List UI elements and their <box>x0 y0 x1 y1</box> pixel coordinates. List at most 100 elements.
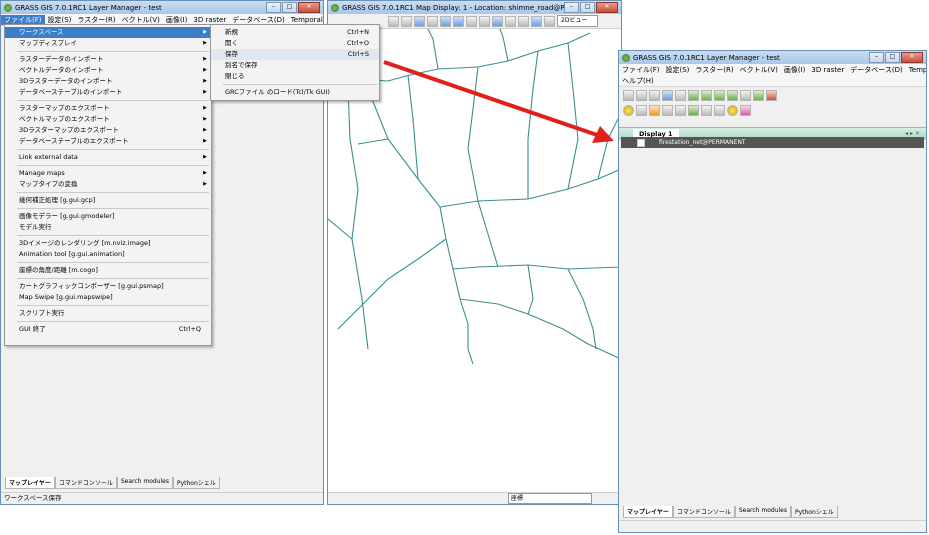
layer-visibility-checkbox[interactable] <box>637 139 645 147</box>
menu-item-nviz-image[interactable]: 3Dイメージのレンダリング [m.nviz.image] <box>5 238 211 249</box>
grid-icon[interactable] <box>675 105 686 116</box>
delete-layer-icon[interactable] <box>766 90 777 101</box>
close-button[interactable]: ✕ <box>298 2 320 13</box>
menu-item-export-vector[interactable]: ベクトルマップのエクスポート ▶ <box>5 114 211 125</box>
layer-manager-titlebar[interactable]: GRASS GIS 7.0.1RC1 Layer Manager - test … <box>1 1 323 14</box>
zoom-menu-icon[interactable] <box>479 15 490 27</box>
new-workspace-icon[interactable] <box>636 90 647 101</box>
add-group-icon[interactable] <box>740 90 751 101</box>
menu-item-run-script[interactable]: スクリプト実行 <box>5 308 211 319</box>
menu-item-workspace[interactable]: ワークスペース ▶ <box>5 27 211 38</box>
submenu-item-close[interactable]: 閉じる <box>211 71 379 82</box>
3d-view-icon[interactable] <box>688 105 699 116</box>
add-raster-icon[interactable] <box>688 90 699 101</box>
menu-vector[interactable]: ベクトル(V) <box>737 65 781 75</box>
menu-item-import-table[interactable]: データベーステーブルのインポート ▶ <box>5 87 211 98</box>
menu-3d-raster[interactable]: 3D raster <box>190 16 229 24</box>
menu-file[interactable]: ファイル(F) <box>619 65 663 75</box>
add-raster-misc-icon[interactable] <box>701 90 712 101</box>
submenu-item-load-grc[interactable]: GRCファイル のロード(Tcl/Tk GUI) <box>211 87 379 98</box>
modeler-icon[interactable] <box>662 105 673 116</box>
menu-item-map-swipe[interactable]: Map Swipe [g.gui.mapswipe] <box>5 292 211 303</box>
menu-item-map-display[interactable]: マップディスプレイ ▶ <box>5 38 211 49</box>
zoom-out-icon[interactable] <box>453 15 464 27</box>
maximize-button[interactable]: □ <box>885 52 900 63</box>
view-mode-select[interactable]: 2Dビュー <box>557 15 599 27</box>
menu-raster[interactable]: ラスター(R) <box>692 65 736 75</box>
measure-icon[interactable] <box>492 15 503 27</box>
menu-raster[interactable]: ラスター(R) <box>74 15 118 25</box>
georectify-icon[interactable] <box>649 105 660 116</box>
menu-item-psmap[interactable]: カートグラフィックコンポーザー [g.gui.psmap] <box>5 281 211 292</box>
submenu-item-save[interactable]: 保存 Ctrl+S <box>211 49 379 60</box>
attribute-table-icon[interactable] <box>636 105 647 116</box>
menu-item-export-raster[interactable]: ラスターマップのエクスポート ▶ <box>5 103 211 114</box>
menu-item-import-3d-raster[interactable]: 3Dラスターデータのインポート ▶ <box>5 76 211 87</box>
add-vector-icon[interactable] <box>714 90 725 101</box>
minimize-button[interactable]: – <box>266 2 281 13</box>
minimize-button[interactable]: – <box>564 2 579 13</box>
menu-item-graphical-modeler[interactable]: 画像モデラー [g.gui.gmodeler] <box>5 211 211 222</box>
tab-command-console[interactable]: コマンドコンソール <box>54 477 117 489</box>
layer-manager-right-titlebar[interactable]: GRASS GIS 7.0.1RC1 Layer Manager - test … <box>619 51 926 64</box>
tab-map-layers[interactable]: マップレイヤー <box>5 477 55 489</box>
new-display-icon[interactable] <box>623 90 634 101</box>
pointer-icon[interactable] <box>388 15 399 27</box>
open-workspace-icon[interactable] <box>649 90 660 101</box>
tab-search-modules[interactable]: Search modules <box>116 477 173 489</box>
menu-item-run-model[interactable]: モデル実行 <box>5 222 211 233</box>
close-button[interactable]: ✕ <box>596 2 618 13</box>
tab-search-modules[interactable]: Search modules <box>734 506 791 518</box>
menu-vector[interactable]: ベクトル(V) <box>119 15 163 25</box>
maximize-button[interactable]: □ <box>282 2 297 13</box>
animation-icon[interactable] <box>701 105 712 116</box>
menu-item-cogo[interactable]: 座標の角度/距離 [m.cogo] <box>5 265 211 276</box>
menu-item-animation-tool[interactable]: Animation tool [g.gui.animation] <box>5 249 211 260</box>
minimize-button[interactable]: – <box>869 52 884 63</box>
menu-item-manage-maps[interactable]: Manage maps ▶ <box>5 168 211 179</box>
menu-item-quit-gui[interactable]: GUI 終了 Ctrl+Q <box>5 324 211 335</box>
menu-database[interactable]: データベース(D) <box>229 15 288 25</box>
menu-temporal[interactable]: Temporal <box>288 16 323 24</box>
legend-icon[interactable] <box>518 15 529 27</box>
add-overlay-icon[interactable] <box>753 90 764 101</box>
map-display-titlebar[interactable]: GRASS GIS 7.0.1RC1 Map Display: 1 - Loca… <box>328 1 621 14</box>
tab-command-console[interactable]: コマンドコンソール <box>672 506 735 518</box>
menu-item-georectify[interactable]: 幾何補正処理 [g.gui.gcp] <box>5 195 211 206</box>
submenu-item-save-as[interactable]: 別名で保存 <box>211 60 379 71</box>
menu-item-import-vector[interactable]: ベクトルデータのインポート ▶ <box>5 65 211 76</box>
print-icon[interactable] <box>544 15 555 27</box>
tab-python-shell[interactable]: Pythonシェル <box>790 506 838 518</box>
status-mode-select[interactable]: 座標 <box>508 493 592 504</box>
menu-imagery[interactable]: 画像(I) <box>163 15 191 25</box>
submenu-item-new[interactable]: 新規 Ctrl+N <box>211 27 379 38</box>
overlay-icon[interactable] <box>505 15 516 27</box>
menu-file[interactable]: ファイル(F) <box>1 14 45 25</box>
psmap-icon[interactable] <box>714 105 725 116</box>
layer-tree-row[interactable]: firestation_net@PERMANENT <box>621 137 924 148</box>
submenu-item-open[interactable]: 開く Ctrl+O <box>211 38 379 49</box>
menu-3d-raster[interactable]: 3D raster <box>808 66 847 74</box>
menu-item-export-table[interactable]: データベーステーブルのエクスポート ▶ <box>5 136 211 147</box>
edit-vector-icon[interactable] <box>623 105 634 116</box>
settings-icon[interactable] <box>727 105 738 116</box>
zoom-back-icon[interactable] <box>466 15 477 27</box>
help-icon[interactable] <box>740 105 751 116</box>
save-workspace-icon[interactable] <box>662 90 673 101</box>
menu-item-export-3d-raster[interactable]: 3Dラスターマップのエクスポート ▶ <box>5 125 211 136</box>
load-map-layers-icon[interactable] <box>675 90 686 101</box>
maximize-button[interactable]: □ <box>580 2 595 13</box>
menu-item-map-type-conversion[interactable]: マップタイプの変換 ▶ <box>5 179 211 190</box>
menu-settings[interactable]: 設定(S) <box>663 65 693 75</box>
menu-item-link-external[interactable]: Link external data ▶ <box>5 152 211 163</box>
close-button[interactable]: ✕ <box>901 52 923 63</box>
select-icon[interactable] <box>401 15 412 27</box>
menu-item-import-raster[interactable]: ラスターデータのインポート ▶ <box>5 54 211 65</box>
menu-temporal[interactable]: Temporal <box>906 66 926 74</box>
query-icon[interactable] <box>414 15 425 27</box>
tab-map-layers[interactable]: マップレイヤー <box>623 506 673 518</box>
menu-help[interactable]: ヘルプ(H) <box>619 76 657 86</box>
menu-settings[interactable]: 設定(S) <box>45 15 75 25</box>
add-vector-misc-icon[interactable] <box>727 90 738 101</box>
menu-database[interactable]: データベース(D) <box>847 65 906 75</box>
